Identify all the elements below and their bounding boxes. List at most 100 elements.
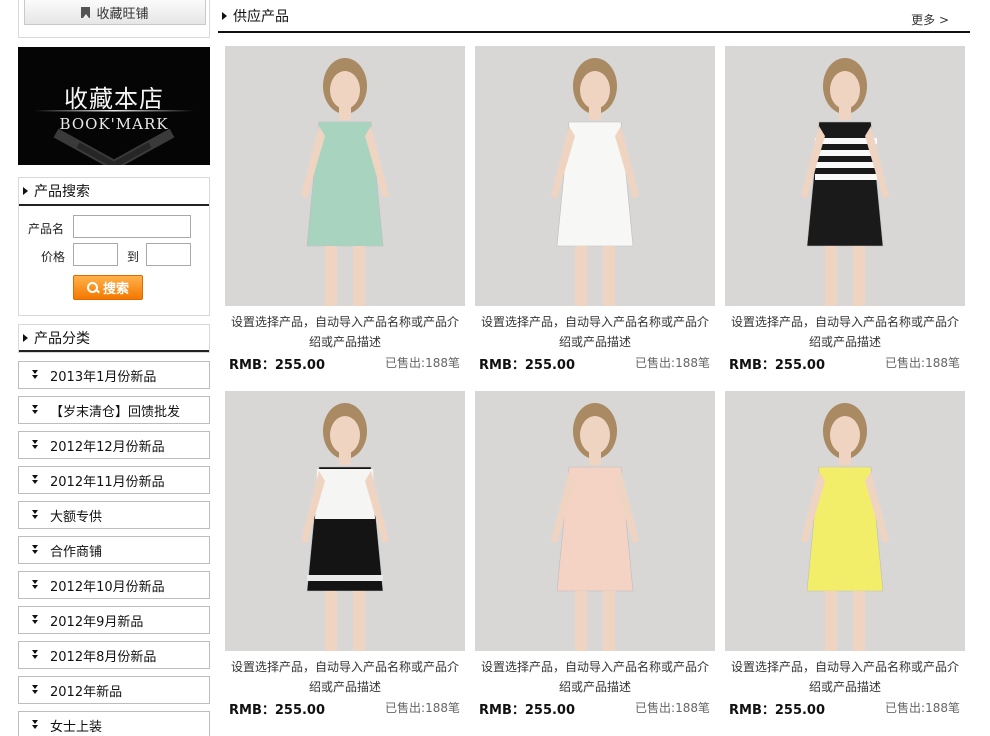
category-item[interactable]: 2012年新品: [18, 676, 210, 704]
price-label: 价格: [41, 250, 66, 264]
product-card: 设置选择产品，自动导入产品名称或产品介绍或产品描述 RMB：255.00 已售出:1…: [225, 46, 465, 373]
category-item-label: 2012年8月份新品: [50, 649, 157, 665]
model-dress-image: [225, 46, 465, 306]
category-item-label: 合作商铺: [50, 544, 103, 560]
product-photo[interactable]: [725, 391, 965, 651]
product-price: RMB：255.00: [729, 703, 826, 718]
product-price: RMB：255.00: [229, 358, 326, 373]
product-search-panel: 产品搜索 产品名 价格 到 搜索: [18, 177, 210, 316]
double-arrow-down-icon: [31, 369, 40, 381]
product-card: 设置选择产品，自动导入产品名称或产品介绍或产品描述 RMB：255.00 已售出:1…: [475, 391, 715, 718]
product-search-title: 产品搜索: [34, 184, 90, 200]
product-photo[interactable]: [725, 46, 965, 306]
category-item[interactable]: 合作商铺: [18, 536, 210, 564]
product-sold-count: 已售出:188笔: [385, 701, 460, 715]
category-item[interactable]: 2012年8月份新品: [18, 641, 210, 669]
double-arrow-down-icon: [31, 404, 40, 416]
product-card: 设置选择产品，自动导入产品名称或产品介绍或产品描述 RMB：255.00 已售出:1…: [225, 391, 465, 718]
product-card: 设置选择产品，自动导入产品名称或产品介绍或产品描述 RMB：255.00 已售出:1…: [725, 391, 965, 718]
sidebar: 收藏旺铺 收藏本店 BOOK'MARK 产品搜索 产品名 价格 到 搜索 产品分…: [18, 0, 210, 736]
double-arrow-down-icon: [31, 544, 40, 556]
double-arrow-down-icon: [31, 579, 40, 591]
product-price: RMB：255.00: [729, 358, 826, 373]
product-meta: RMB：255.00 已售出:188笔: [475, 354, 715, 373]
product-card: 设置选择产品，自动导入产品名称或产品介绍或产品描述 RMB：255.00 已售出:1…: [725, 46, 965, 373]
category-item[interactable]: 女士上装: [18, 711, 210, 736]
product-meta: RMB：255.00 已售出:188笔: [725, 354, 965, 373]
double-arrow-down-icon: [31, 614, 40, 626]
bookmark-store-banner[interactable]: 收藏本店 BOOK'MARK: [18, 47, 210, 165]
product-price: RMB：255.00: [229, 703, 326, 718]
category-item-label: 2012年11月份新品: [50, 474, 165, 490]
supply-products-title: 供应产品: [233, 8, 289, 25]
supply-products-header: 供应产品 更多 >: [218, 0, 970, 33]
category-item-label: 2012年10月份新品: [50, 579, 165, 595]
product-category-header-box: 产品分类: [18, 324, 210, 353]
product-price: RMB：255.00: [479, 358, 576, 373]
product-sold-count: 已售出:188笔: [885, 356, 960, 370]
more-link[interactable]: 更多 >: [911, 11, 949, 28]
product-meta: RMB：255.00 已售出:188笔: [225, 354, 465, 373]
product-name-input[interactable]: [73, 215, 191, 238]
favorite-shop-button[interactable]: 收藏旺铺: [24, 0, 206, 25]
product-photo[interactable]: [225, 391, 465, 651]
triangle-right-icon: [23, 187, 28, 195]
triangle-right-icon: [23, 333, 28, 342]
product-description[interactable]: 设置选择产品，自动导入产品名称或产品介绍或产品描述: [725, 657, 965, 697]
product-meta: RMB：255.00 已售出:188笔: [725, 699, 965, 718]
price-max-input[interactable]: [146, 243, 191, 266]
product-photo[interactable]: [475, 391, 715, 651]
product-description[interactable]: 设置选择产品，自动导入产品名称或产品介绍或产品描述: [225, 312, 465, 352]
product-category-header: 产品分类: [19, 325, 209, 352]
product-name-label: 产品名: [28, 222, 65, 236]
product-card: 设置选择产品，自动导入产品名称或产品介绍或产品描述 RMB：255.00 已售出:1…: [475, 46, 715, 373]
category-item-label: 2012年新品: [50, 684, 123, 700]
product-description[interactable]: 设置选择产品，自动导入产品名称或产品介绍或产品描述: [475, 657, 715, 697]
category-item-label: 女士上装: [50, 719, 103, 735]
product-description[interactable]: 设置选择产品，自动导入产品名称或产品介绍或产品描述: [725, 312, 965, 352]
price-min-input[interactable]: [73, 243, 118, 266]
product-description[interactable]: 设置选择产品，自动导入产品名称或产品介绍或产品描述: [225, 657, 465, 697]
product-category-list: 2013年1月份新品【岁末清仓】回馈批发 2012年12月份新品 2012年11月份…: [18, 361, 210, 736]
favorite-shop-label: 收藏旺铺: [96, 6, 149, 22]
model-dress-image: [475, 46, 715, 306]
bookmark-banner-title: 收藏本店: [64, 85, 164, 113]
product-photo[interactable]: [225, 46, 465, 306]
model-dress-image: [725, 46, 965, 306]
double-arrow-down-icon: [31, 509, 40, 521]
category-item[interactable]: 2012年9月新品: [18, 606, 210, 634]
bookmark-banner-subtitle: BOOK'MARK: [59, 115, 169, 133]
search-button[interactable]: 搜索: [73, 275, 143, 300]
product-meta: RMB：255.00 已售出:188笔: [225, 699, 465, 718]
category-item[interactable]: 【岁末清仓】回馈批发: [18, 396, 210, 424]
product-search-form: 产品名 价格 到 搜索: [19, 206, 209, 313]
favorite-shop-box: 收藏旺铺: [18, 0, 210, 38]
double-arrow-down-icon: [31, 439, 40, 451]
category-item-label: 【岁末清仓】回馈批发: [50, 404, 181, 420]
product-category-title: 产品分类: [34, 330, 90, 347]
category-item[interactable]: 2012年10月份新品: [18, 571, 210, 599]
model-dress-image: [475, 391, 715, 651]
product-photo[interactable]: [475, 46, 715, 306]
product-description[interactable]: 设置选择产品，自动导入产品名称或产品介绍或产品描述: [475, 312, 715, 352]
category-item-label: 2012年12月份新品: [50, 439, 165, 455]
bookmark-icon: [81, 6, 91, 18]
triangle-right-icon: [222, 11, 227, 20]
model-dress-image: [725, 391, 965, 651]
category-item[interactable]: 2013年1月份新品: [18, 361, 210, 389]
model-dress-image: [225, 391, 465, 651]
product-sold-count: 已售出:188笔: [635, 356, 710, 370]
double-arrow-down-icon: [31, 719, 40, 731]
main-content: 供应产品 更多 > 设置选择产品，自动导入产品名称或产品介绍或产品描述 RMB：2…: [218, 0, 970, 718]
price-to-label: 到: [127, 250, 140, 264]
product-meta: RMB：255.00 已售出:188笔: [475, 699, 715, 718]
product-sold-count: 已售出:188笔: [635, 701, 710, 715]
double-arrow-down-icon: [31, 649, 40, 661]
category-item-label: 2013年1月份新品: [50, 369, 157, 385]
category-item[interactable]: 2012年11月份新品: [18, 466, 210, 494]
category-item[interactable]: 2012年12月份新品: [18, 431, 210, 459]
product-sold-count: 已售出:188笔: [885, 701, 960, 715]
product-sold-count: 已售出:188笔: [385, 356, 460, 370]
category-item[interactable]: 大额专供: [18, 501, 210, 529]
search-icon: [86, 281, 99, 294]
